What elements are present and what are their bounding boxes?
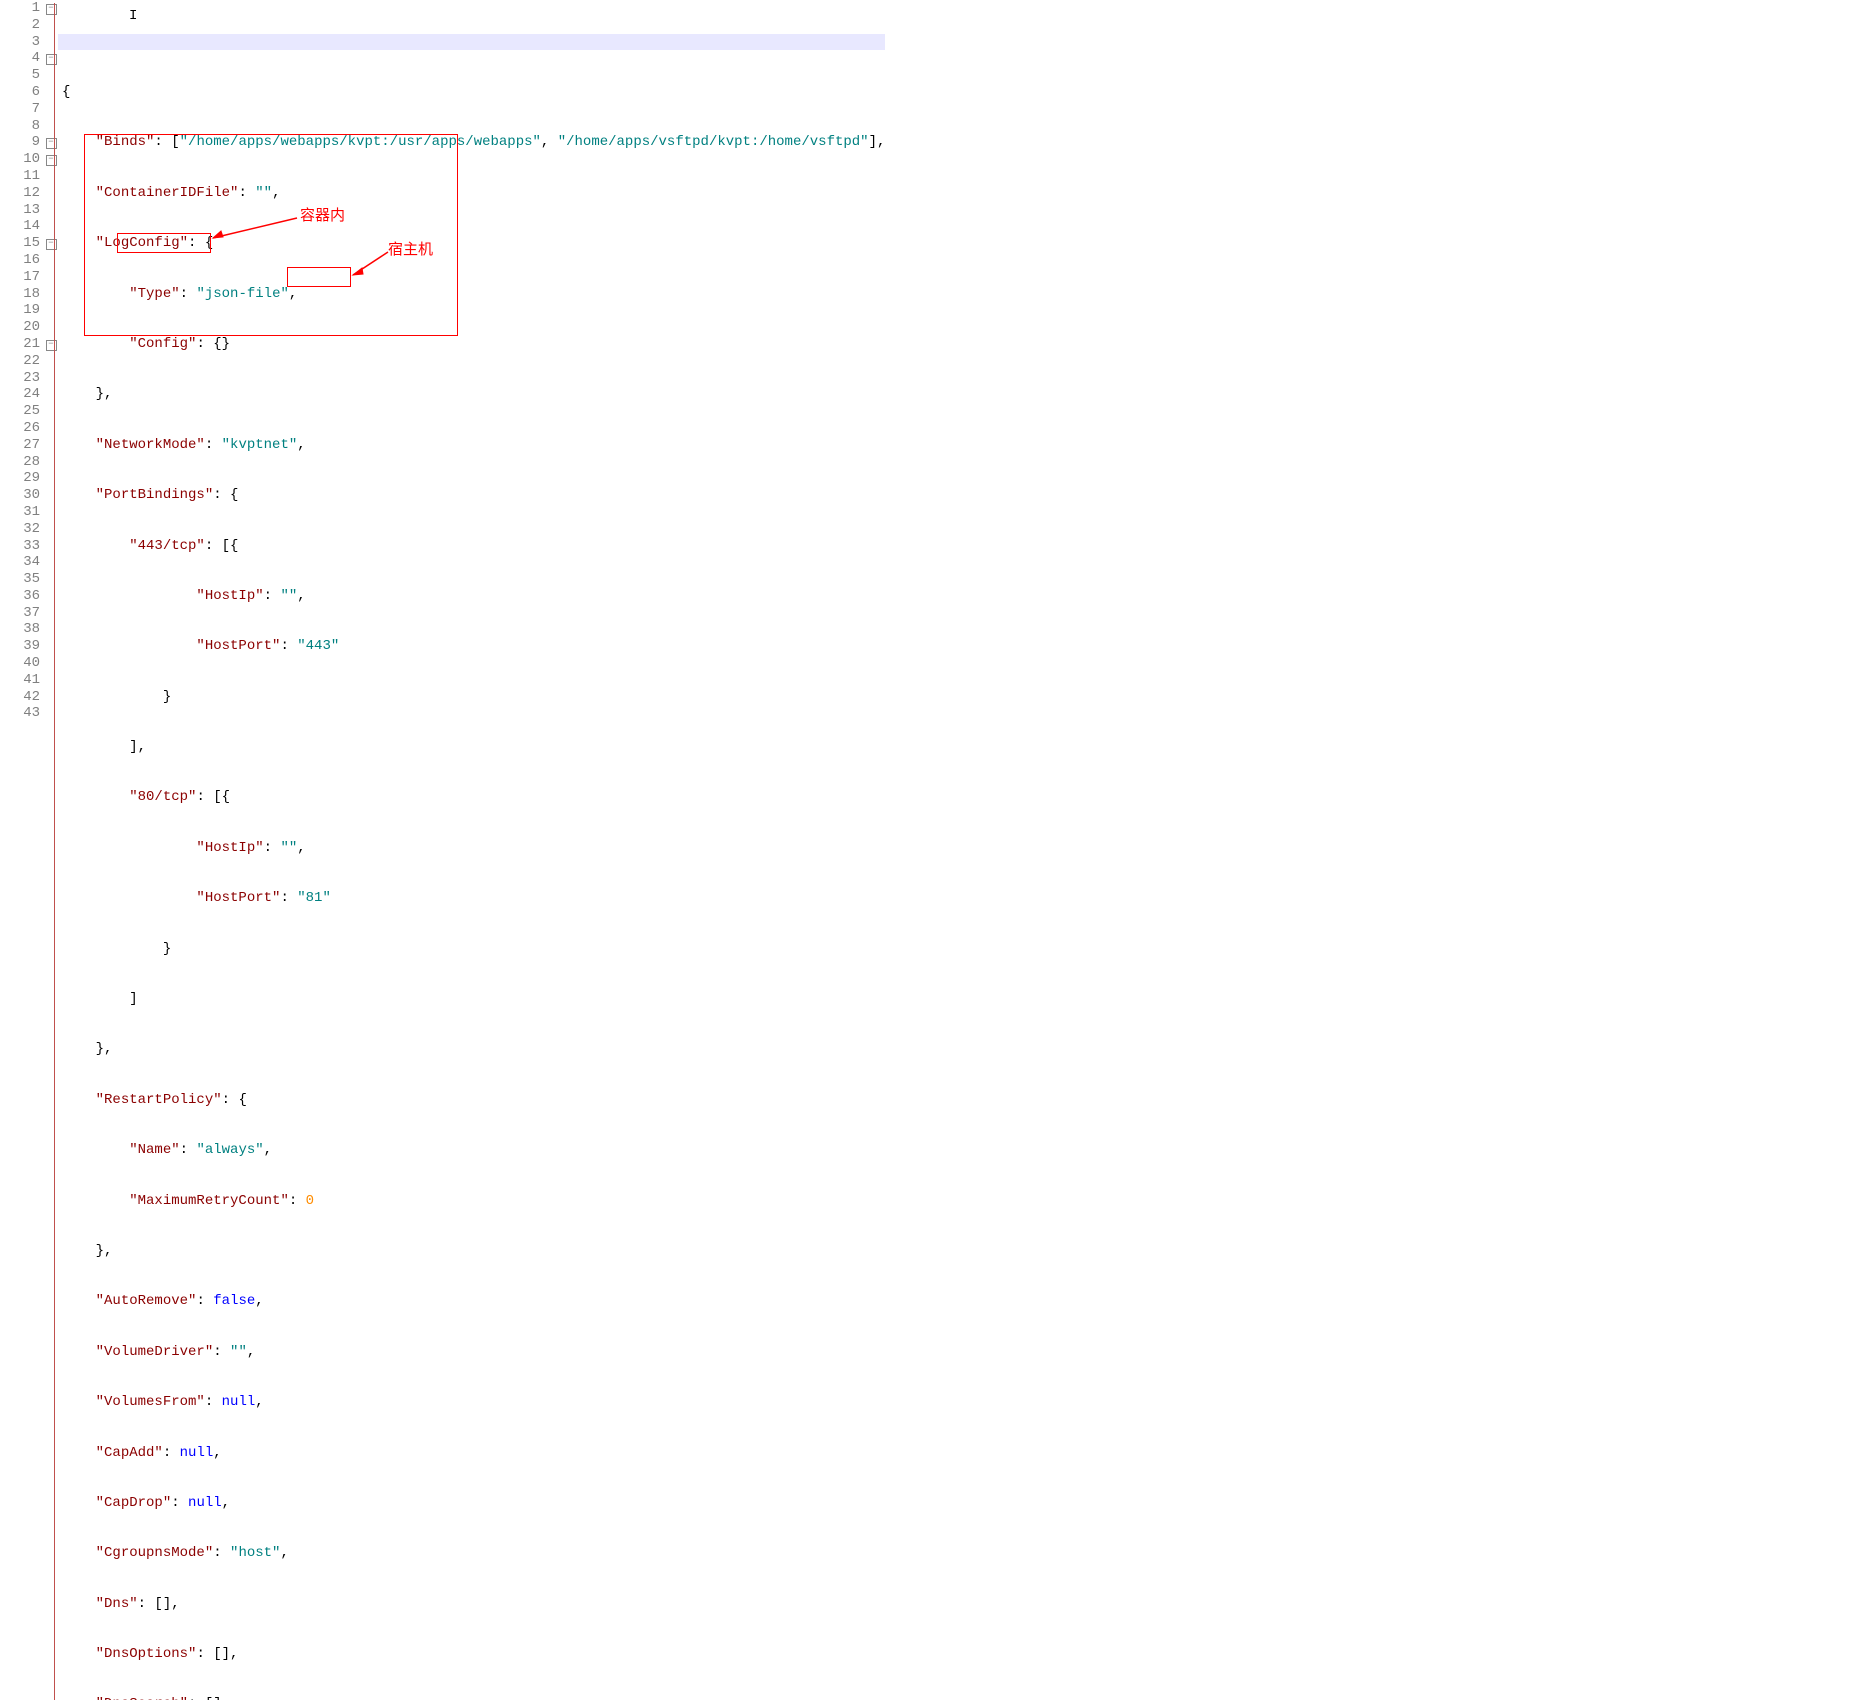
annotation-label-container: 容器内 (300, 208, 345, 225)
current-line-highlight (58, 34, 885, 51)
text-cursor: I (129, 8, 130, 22)
code-area[interactable]: I { "Binds": ["/home/apps/webapps/kvpt:/… (58, 0, 885, 1700)
line-gutter: 12345678910 11121314151617181920 2122232… (0, 0, 44, 1700)
json-key-portbindings: "PortBindings" (96, 487, 214, 503)
json-key-80tcp: "80/tcp" (129, 789, 196, 805)
json-key: "ContainerIDFile" (96, 185, 239, 201)
json-val-81: "81" (297, 890, 331, 906)
brace: { (62, 84, 70, 100)
json-key: "Binds" (96, 134, 155, 150)
code-editor[interactable]: 12345678910 11121314151617181920 2122232… (0, 0, 1871, 1700)
fold-column[interactable]: − − − − − − (44, 0, 58, 1700)
arrow-to-80tcp (205, 214, 300, 242)
json-key: "LogConfig" (96, 235, 188, 251)
change-marker-line (54, 3, 55, 1700)
arrow-to-81 (348, 250, 393, 280)
annotation-label-host: 宿主机 (388, 242, 433, 259)
